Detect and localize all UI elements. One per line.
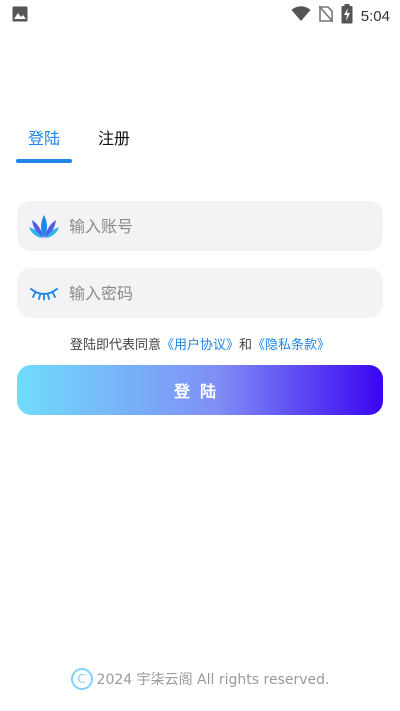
status-time: 5:04 — [360, 7, 390, 25]
auth-tabs: 登陆 注册 — [16, 125, 142, 163]
login-button[interactable]: 登陆 — [17, 365, 383, 415]
tab-register[interactable]: 注册 — [86, 125, 142, 163]
user-agreement-link[interactable]: 《用户协议》 — [161, 338, 239, 353]
lotus-logo-icon — [29, 211, 59, 241]
login-button-label: 登陆 — [173, 382, 226, 401]
tab-login-label: 登陆 — [28, 129, 61, 148]
tab-login[interactable]: 登陆 — [16, 125, 73, 163]
no-sim-icon — [318, 5, 334, 27]
status-bar: 5:04 — [0, 0, 400, 28]
password-field[interactable] — [17, 268, 383, 318]
agreement-conjunction: 和 — [239, 338, 253, 353]
footer: C 2024 宇柒云阁 All rights reserved. — [0, 668, 400, 690]
privacy-terms-link[interactable]: 《隐私条款》 — [252, 338, 330, 353]
tab-register-label: 注册 — [98, 129, 131, 148]
password-input[interactable] — [67, 282, 351, 304]
copyright-icon: C — [70, 668, 93, 690]
copyright-text: 2024 宇柒云阁 All rights reserved. — [96, 672, 330, 688]
image-icon — [12, 6, 28, 26]
account-input[interactable] — [67, 215, 351, 237]
eye-closed-icon[interactable] — [29, 278, 59, 308]
battery-charging-icon — [341, 4, 353, 28]
agreement-text: 登陆即代表同意《用户协议》和《隐私条款》 — [0, 334, 400, 353]
agreement-prefix: 登陆即代表同意 — [69, 338, 161, 353]
account-field[interactable] — [17, 201, 383, 251]
wifi-icon — [291, 6, 311, 26]
